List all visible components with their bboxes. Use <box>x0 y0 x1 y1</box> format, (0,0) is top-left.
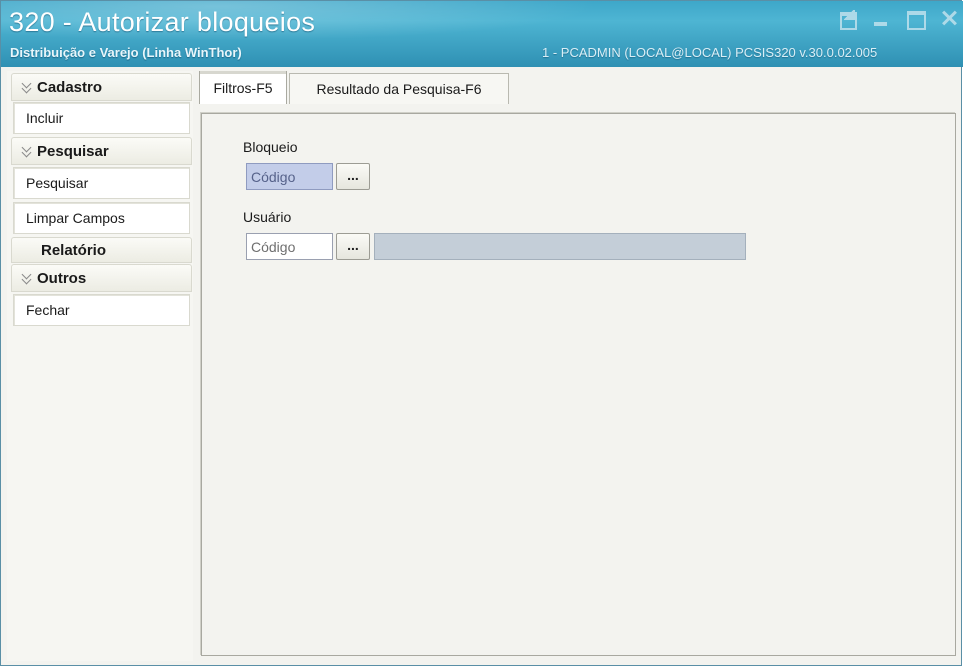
sidebar-group-pesquisar[interactable]: Pesquisar <box>11 137 192 165</box>
sidebar-group-outros[interactable]: Outros <box>11 264 192 292</box>
fechar-button[interactable]: Fechar <box>13 294 190 326</box>
sidebar-group-cadastro[interactable]: Cadastro <box>11 73 192 101</box>
usuario-code-input[interactable] <box>246 233 333 260</box>
chevron-down-icon <box>20 271 34 285</box>
ellipsis-icon: ... <box>347 236 359 253</box>
close-icon[interactable] <box>939 8 959 28</box>
usuario-lookup-button[interactable]: ... <box>336 233 370 260</box>
tab-filtros[interactable]: Filtros-F5 <box>199 71 287 104</box>
incluir-button[interactable]: Incluir <box>13 102 190 134</box>
sidebar-group-label: Relatório <box>41 241 107 259</box>
sidebar-item-label: Incluir <box>26 110 64 126</box>
tab-bar: Filtros-F5 Resultado da Pesquisa-F6 <box>197 71 957 104</box>
usuario-label: Usuário <box>243 209 292 225</box>
tab-label: Filtros-F5 <box>213 80 273 96</box>
sidebar-item-label: Fechar <box>26 302 70 318</box>
chevron-down-icon <box>20 144 34 158</box>
sidebar-group-label: Outros <box>37 269 87 287</box>
bloqueio-code-input[interactable] <box>246 163 333 190</box>
bloqueio-label: Bloqueio <box>243 139 298 155</box>
window-subtitle: Distribuição e Varejo (Linha WinThor) <box>10 45 242 60</box>
bloqueio-lookup-button[interactable]: ... <box>336 163 370 190</box>
ellipsis-icon: ... <box>347 166 359 183</box>
tab-label: Resultado da Pesquisa-F6 <box>316 81 482 97</box>
window-title: 320 - Autorizar bloqueios <box>9 7 316 37</box>
restore-icon[interactable] <box>837 8 857 30</box>
window-controls <box>837 7 959 30</box>
sidebar-group-label: Cadastro <box>37 78 103 96</box>
minimize-icon[interactable] <box>871 8 891 28</box>
sidebar-group-label: Pesquisar <box>37 142 109 160</box>
tab-resultado-pesquisa[interactable]: Resultado da Pesquisa-F6 <box>289 73 509 104</box>
app-window: 320 - Autorizar bloqueios Distribuição e… <box>0 0 963 666</box>
filters-panel: Bloqueio ... Usuário ... <box>201 113 956 656</box>
sidebar: Cadastro Incluir Pesquisar Pesquisar Lim… <box>7 71 193 661</box>
sidebar-group-relatorio[interactable]: Relatório <box>11 237 192 263</box>
chevron-down-icon <box>20 80 34 94</box>
pesquisar-button[interactable]: Pesquisar <box>13 167 190 199</box>
sidebar-item-label: Pesquisar <box>26 175 89 191</box>
maximize-icon[interactable] <box>905 8 926 30</box>
limpar-campos-button[interactable]: Limpar Campos <box>13 202 190 234</box>
usuario-description-field <box>374 233 746 260</box>
session-info: 1 - PCADMIN (LOCAL@LOCAL) PCSIS320 v.30.… <box>542 45 878 60</box>
sidebar-item-label: Limpar Campos <box>26 210 125 226</box>
title-bar[interactable]: 320 - Autorizar bloqueios Distribuição e… <box>1 1 963 67</box>
